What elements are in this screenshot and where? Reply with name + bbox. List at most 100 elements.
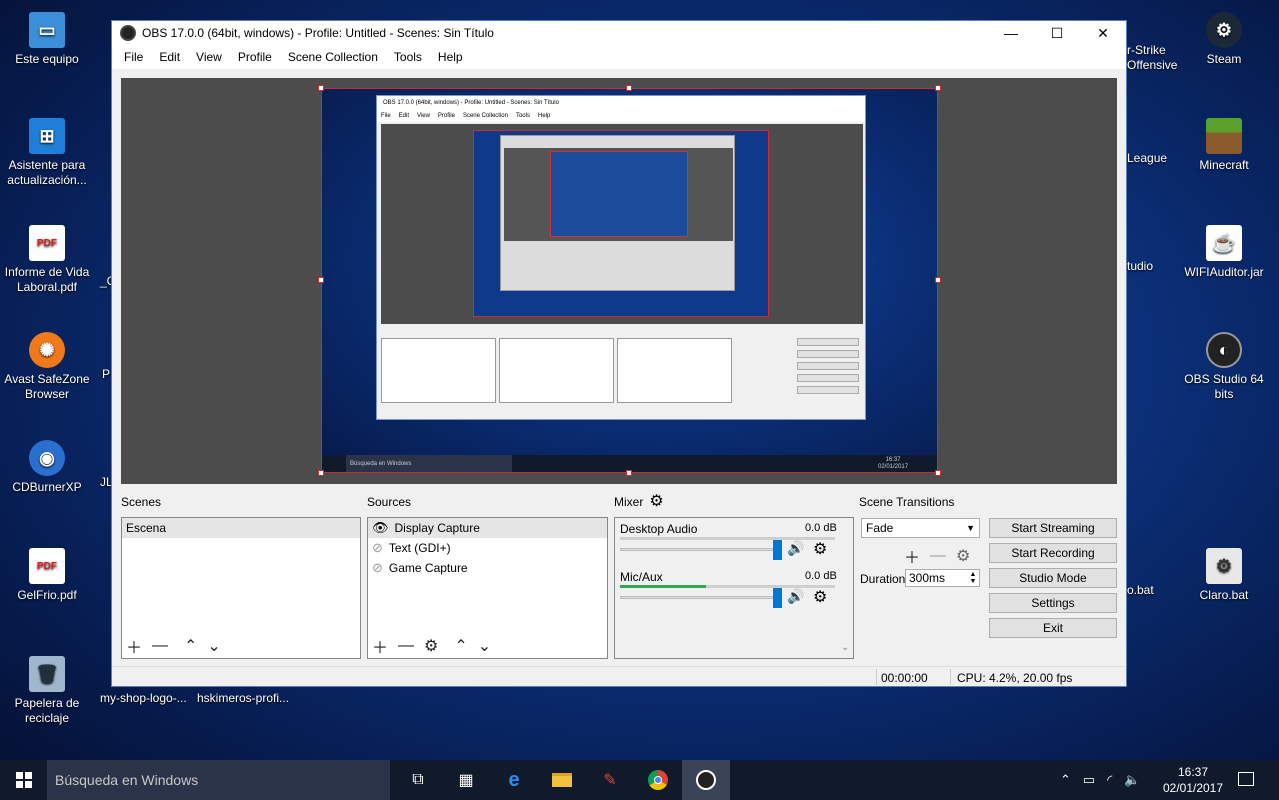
channel-gear-icon[interactable]: ⚙ [813,539,827,559]
transition-gear-icon[interactable]: ⚙ [956,546,970,566]
desktop-peek-label: o.bat [1127,583,1154,597]
source-item[interactable]: ⊘ Text (GDI+) [368,538,607,558]
start-button[interactable] [0,760,47,800]
desktop-icon-cdburner[interactable]: ◉ CDBurnerXP [1,440,93,495]
calculator-icon[interactable]: ▦ [442,760,490,800]
wifi-icon[interactable]: ◜ [1107,772,1112,788]
source-item[interactable]: 👁 Display Capture [368,518,607,538]
eye-hidden-icon[interactable]: ⊘ [372,538,383,558]
start-recording-button[interactable]: Start Recording [989,543,1117,563]
desktop-icon-update-assistant[interactable]: ⊞ Asistente para actualización... [1,118,93,188]
duration-spinbox[interactable]: 300ms ▲ ▼ [905,569,980,587]
title-bar[interactable]: OBS 17.0.0 (64bit, windows) - Profile: U… [112,21,1126,45]
paint-icon[interactable]: ✎ [586,760,634,800]
duration-label: Duration [860,572,906,586]
desktop-icon-obs[interactable]: ◐ OBS Studio 64 bits [1178,332,1270,402]
close-button[interactable]: ✕ [1080,21,1126,45]
speaker-icon[interactable]: 🔊 [787,588,804,605]
resize-handle[interactable] [935,277,941,283]
eye-icon[interactable]: 👁 [372,518,389,538]
desktop-icon-recycle-bin[interactable]: 🗑 Papelera de reciclaje [1,656,93,726]
desktop-icon-avast[interactable]: ✺ Avast SafeZone Browser [1,332,93,402]
scene-item[interactable]: Escena [122,518,360,538]
resize-handle[interactable] [318,277,324,283]
add-scene-icon[interactable]: ＋ [126,634,142,658]
transition-select[interactable]: Fade ▼ [861,518,980,538]
volume-slider-knob[interactable] [773,588,782,608]
resize-handle[interactable] [935,470,941,476]
mixer-channel-name: Mic/Aux [620,570,663,584]
spinner-arrows-icon[interactable]: ▲ ▼ [967,571,979,585]
speaker-icon[interactable]: 🔊 [787,540,804,557]
menu-file[interactable]: File [116,50,151,64]
action-center-icon[interactable] [1238,772,1254,786]
volume-icon[interactable]: 🔈 [1124,772,1140,788]
nested-menu: File Edit View Profile Scene Collection … [377,110,865,122]
resize-handle[interactable] [626,470,632,476]
gear-icon[interactable]: ⚙ [649,494,663,510]
nested-button [797,386,859,394]
menu-view[interactable]: View [188,50,230,64]
obs-taskbar-icon[interactable] [682,760,730,800]
menu-scene-collection[interactable]: Scene Collection [280,50,386,64]
resize-handle[interactable] [318,470,324,476]
desktop-icon-pdf-informe[interactable]: PDF Informe de Vida Laboral.pdf [1,225,93,295]
steam-icon: ⚙ [1206,12,1242,48]
move-up-icon[interactable]: ⌃ [184,636,197,656]
taskbar-search-placeholder: Búsqueda en Windows [55,772,199,788]
taskbar-search-box[interactable]: Búsqueda en Windows [47,760,390,800]
add-source-icon[interactable]: ＋ [372,634,388,658]
window-title: OBS 17.0.0 (64bit, windows) - Profile: U… [142,26,494,40]
duration-value: 300ms [909,571,946,585]
desktop-icon-label: OBS Studio 64 bits [1184,372,1264,401]
tray-chevron-up-icon[interactable]: ⌃ [1060,772,1071,788]
desktop-icon-this-pc[interactable]: ▭ Este equipo [1,12,93,67]
status-divider [876,669,877,685]
preview-canvas[interactable]: OBS 17.0.0 (64bit, windows) - Profile: U… [121,78,1117,484]
volume-slider-track[interactable] [620,596,778,599]
nested-capture [473,130,769,317]
remove-transition-icon[interactable]: — [930,547,946,565]
desktop-icon-claro-bat[interactable]: ⚙ Claro.bat [1178,548,1270,603]
eye-hidden-icon[interactable]: ⊘ [372,558,383,578]
remove-source-icon[interactable]: — [398,637,414,655]
menu-help[interactable]: Help [430,50,471,64]
scroll-down-icon[interactable]: ⌄ [841,642,849,653]
maximize-button[interactable]: ☐ [1034,21,1080,45]
source-item[interactable]: ⊘ Game Capture [368,558,607,578]
battery-icon[interactable]: ▭ [1083,772,1095,788]
menu-edit[interactable]: Edit [151,50,188,64]
minimize-button[interactable]: — [988,21,1034,45]
desktop-icon-label: Claro.bat [1199,588,1249,602]
display-capture-source[interactable]: OBS 17.0.0 (64bit, windows) - Profile: U… [321,88,938,473]
edge-icon[interactable]: e [490,760,538,800]
settings-button[interactable]: Settings [989,593,1117,613]
chrome-icon[interactable] [634,760,682,800]
desktop-icon-minecraft[interactable]: Minecraft [1178,118,1270,173]
resize-handle[interactable] [318,85,324,91]
resize-handle[interactable] [935,85,941,91]
remove-scene-icon[interactable]: — [152,637,168,655]
file-explorer-icon[interactable] [538,760,586,800]
taskbar-clock[interactable]: 16:37 02/01/2017 [1160,764,1226,796]
volume-slider-track[interactable] [620,548,778,551]
menu-tools[interactable]: Tools [386,50,430,64]
start-streaming-button[interactable]: Start Streaming [989,518,1117,538]
desktop-icon-wifiauditor[interactable]: ☕ WIFIAuditor.jar [1178,225,1270,280]
studio-mode-button[interactable]: Studio Mode [989,568,1117,588]
move-down-icon[interactable]: ⌄ [207,636,220,656]
desktop-icon-steam[interactable]: ⚙ Steam [1178,12,1270,67]
task-view-icon[interactable]: ⧉ [394,760,442,800]
desktop-icon-pdf-gelfrio[interactable]: PDF GelFrio.pdf [1,548,93,603]
move-down-icon[interactable]: ⌄ [478,636,491,656]
volume-slider-knob[interactable] [773,540,782,560]
desktop-peek-label: r-Strike [1127,43,1166,57]
mixer-panel: Desktop Audio 0.0 dB 🔊 ⚙ Mic/Aux 0.0 dB … [614,517,854,659]
resize-handle[interactable] [626,85,632,91]
exit-button[interactable]: Exit [989,618,1117,638]
source-properties-gear-icon[interactable]: ⚙ [424,636,438,656]
channel-gear-icon[interactable]: ⚙ [813,587,827,607]
add-transition-icon[interactable]: ＋ [904,544,920,568]
move-up-icon[interactable]: ⌃ [454,636,467,656]
menu-profile[interactable]: Profile [230,50,280,64]
